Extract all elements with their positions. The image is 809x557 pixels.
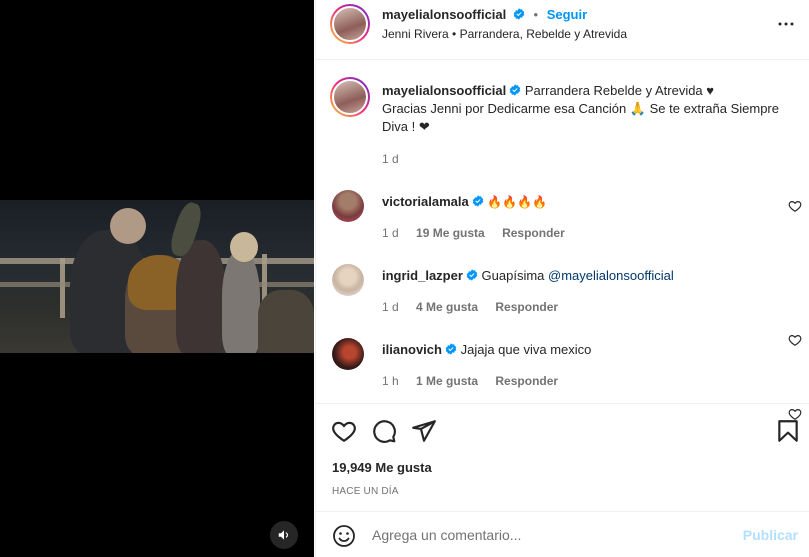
comment-icon[interactable] xyxy=(371,418,397,444)
post-actions: 19,949 Me gusta HACE UN DÍA xyxy=(316,403,809,511)
commenter-avatar[interactable] xyxy=(332,338,364,370)
comment-meta: 1 d 19 Me gusta Responder xyxy=(382,226,579,240)
video-frame xyxy=(0,200,314,353)
fence-post xyxy=(60,258,65,318)
bookmark-icon[interactable] xyxy=(775,418,801,444)
post-header: mayelialonsoofficial • Seguir Jenni Rive… xyxy=(316,0,809,60)
comment-body: Guapísima xyxy=(481,268,549,283)
comment-text: victorialamala 🔥🔥🔥🔥 xyxy=(382,193,782,211)
person-figure xyxy=(176,240,226,353)
caption-text: mayelialonsoofficial Parrandera Rebelde … xyxy=(382,82,782,136)
commenter-avatar[interactable] xyxy=(332,264,364,296)
post-subtitle[interactable]: Jenni Rivera • Parrandera, Rebelde y Atr… xyxy=(382,27,627,41)
comment-text: ingrid_lazper Guapísima @mayelialonsooff… xyxy=(382,267,782,285)
caption-username[interactable]: mayelialonsoofficial xyxy=(382,83,506,98)
follow-button[interactable]: Seguir xyxy=(547,7,587,22)
comment-username[interactable]: victorialamala xyxy=(382,194,469,209)
publish-button[interactable]: Publicar xyxy=(743,527,798,543)
comment-body: Jajaja que viva mexico xyxy=(460,342,592,357)
person-head xyxy=(110,208,146,244)
comment-time[interactable]: 1 h xyxy=(382,374,399,388)
share-icon[interactable] xyxy=(411,418,437,444)
comment-text: ilianovich Jajaja que viva mexico xyxy=(382,341,782,359)
like-count[interactable]: 19,949 Me gusta xyxy=(332,460,432,475)
verified-badge-icon xyxy=(466,269,478,281)
comments-section: mayelialonsoofficial Parrandera Rebelde … xyxy=(316,61,809,420)
caption-time[interactable]: 1 d xyxy=(382,152,399,166)
caption-line-2: Gracias Jenni por Dedicarme esa Canción … xyxy=(382,101,779,116)
speaker-icon xyxy=(278,530,289,540)
post-time-ago[interactable]: HACE UN DÍA xyxy=(332,486,399,497)
comment-username[interactable]: ingrid_lazper xyxy=(382,268,463,283)
comment-body: 🔥🔥🔥🔥 xyxy=(487,195,548,209)
caption-line-1: Parrandera Rebelde y Atrevida ♥ xyxy=(524,83,714,98)
add-comment-bar: Publicar xyxy=(316,511,809,557)
more-options-button[interactable] xyxy=(774,12,798,36)
caption-meta: 1 d xyxy=(382,152,413,166)
comment-input[interactable] xyxy=(372,525,732,545)
reply-button[interactable]: Responder xyxy=(495,374,558,388)
comment-meta: 1 h 1 Me gusta Responder xyxy=(382,374,572,388)
caption-line-3: Diva ! ❤ xyxy=(382,119,430,134)
author-username[interactable]: mayelialonsoofficial xyxy=(382,7,506,22)
reply-button[interactable]: Responder xyxy=(495,300,558,314)
header-author-line: mayelialonsoofficial • Seguir xyxy=(382,7,587,22)
verified-badge-icon xyxy=(509,84,521,96)
heart-icon[interactable] xyxy=(788,333,802,347)
commenter-avatar[interactable] xyxy=(332,190,364,222)
comment-time[interactable]: 1 d xyxy=(382,300,399,314)
comment-username[interactable]: ilianovich xyxy=(382,342,442,357)
post-details-panel: mayelialonsoofficial • Seguir Jenni Rive… xyxy=(315,0,809,557)
comment-likes[interactable]: 19 Me gusta xyxy=(416,226,485,240)
author-avatar[interactable] xyxy=(330,4,370,44)
heart-icon[interactable] xyxy=(788,199,802,213)
header-separator: • xyxy=(533,7,539,22)
emoji-icon[interactable] xyxy=(332,524,356,548)
person-figure xyxy=(222,250,260,353)
comment-time[interactable]: 1 d xyxy=(382,226,399,240)
comment-likes[interactable]: 1 Me gusta xyxy=(416,374,478,388)
post-video[interactable] xyxy=(0,0,314,557)
comment-meta: 1 d 4 Me gusta Responder xyxy=(382,300,572,314)
more-options-icon xyxy=(778,22,794,26)
mute-button[interactable] xyxy=(270,521,298,549)
verified-badge-icon xyxy=(445,343,457,355)
hay-bale xyxy=(258,290,314,353)
reply-button[interactable]: Responder xyxy=(502,226,565,240)
heart-icon[interactable] xyxy=(331,418,357,444)
verified-badge-icon xyxy=(513,8,525,20)
comment-likes[interactable]: 4 Me gusta xyxy=(416,300,478,314)
verified-badge-icon xyxy=(472,195,484,207)
person-head xyxy=(230,232,258,262)
author-avatar[interactable] xyxy=(330,77,370,117)
comment-mention[interactable]: @mayelialonsoofficial xyxy=(548,268,674,283)
